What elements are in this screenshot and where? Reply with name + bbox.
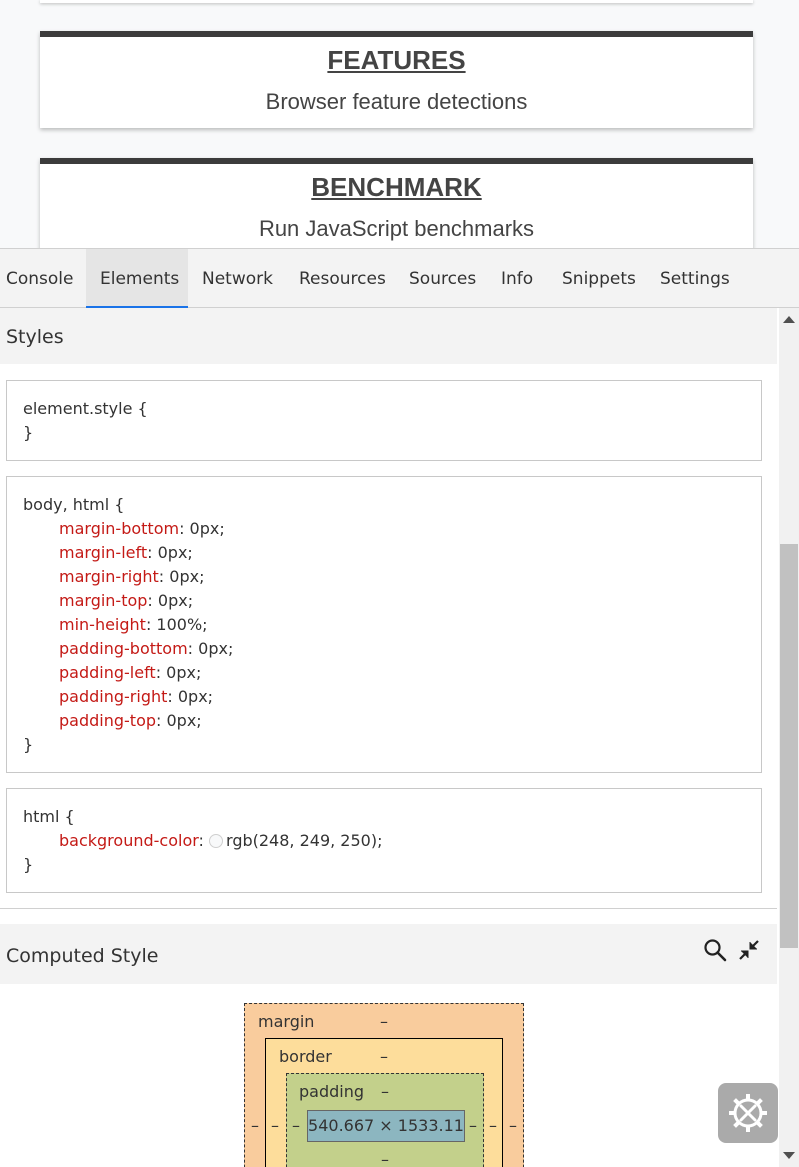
tab-sources[interactable]: Sources: [403, 249, 482, 308]
property-name[interactable]: padding-bottom: [59, 639, 188, 658]
css-property[interactable]: margin-top: 0px;: [23, 589, 745, 613]
css-property[interactable]: min-height: 100%;: [23, 613, 745, 637]
property-name[interactable]: margin-right: [59, 567, 159, 586]
css-property[interactable]: padding-top: 0px;: [23, 709, 745, 733]
features-card[interactable]: FEATURES Browser feature detections: [40, 31, 753, 128]
rule-close: }: [23, 855, 34, 874]
property-name[interactable]: min-height: [59, 615, 146, 634]
scroll-up-arrow-icon[interactable]: [783, 316, 795, 323]
property-value[interactable]: 0px;: [153, 543, 193, 562]
tab-elements[interactable]: Elements: [86, 249, 188, 308]
rule-selector: element.style {: [23, 399, 148, 418]
property-value[interactable]: 0px;: [153, 591, 193, 610]
elements-panel-scroll[interactable]: Styles element.style { } body, html { ma…: [0, 308, 779, 1167]
property-name[interactable]: padding-left: [59, 663, 156, 682]
box-model-content-size[interactable]: 540.667 × 1533.11: [307, 1110, 465, 1142]
wrench-screwdriver-gear-icon: [729, 1094, 767, 1132]
section-divider: [0, 908, 777, 909]
tab-console[interactable]: Console: [0, 249, 80, 308]
search-icon[interactable]: [703, 938, 727, 962]
scrollbar-thumb[interactable]: [780, 544, 798, 948]
css-property[interactable]: padding-bottom: 0px;: [23, 637, 745, 661]
computed-style-header: Computed Style: [0, 924, 777, 984]
box-model-margin[interactable]: margin – – – border – – – padding – – – …: [244, 1003, 524, 1167]
previous-card-bottom: [40, 0, 753, 3]
color-swatch[interactable]: [209, 834, 224, 848]
property-value[interactable]: 0px;: [164, 567, 204, 586]
property-name[interactable]: margin-left: [59, 543, 147, 562]
css-rule-html[interactable]: html { background-color: rgb(248, 249, 2…: [6, 788, 762, 893]
rule-close: }: [23, 735, 34, 754]
benchmark-card[interactable]: BENCHMARK Run JavaScript benchmarks: [40, 158, 753, 248]
css-property[interactable]: margin-bottom: 0px;: [23, 517, 745, 541]
property-name[interactable]: background-color: [59, 831, 199, 850]
property-value[interactable]: 100%;: [151, 615, 207, 634]
tab-info[interactable]: Info: [495, 249, 539, 308]
property-name[interactable]: margin-bottom: [59, 519, 179, 538]
computed-style-tools: [703, 938, 761, 962]
css-property[interactable]: background-color: rgb(248, 249, 250);: [23, 829, 745, 853]
scroll-down-arrow-icon[interactable]: [783, 1152, 795, 1159]
margin-left-value[interactable]: –: [251, 1116, 259, 1135]
css-property[interactable]: margin-left: 0px;: [23, 541, 745, 565]
styles-header: Styles: [0, 308, 777, 364]
vertical-scrollbar[interactable]: [779, 308, 799, 1167]
css-rule-element-style[interactable]: element.style { }: [6, 380, 762, 461]
css-property[interactable]: margin-right: 0px;: [23, 565, 745, 589]
card-title[interactable]: BENCHMARK: [40, 172, 753, 202]
border-left-value[interactable]: –: [271, 1116, 279, 1135]
css-rule-body-html[interactable]: body, html { margin-bottom: 0px; margin-…: [6, 476, 762, 773]
property-value[interactable]: rgb(248, 249, 250);: [226, 831, 382, 850]
margin-top-value[interactable]: –: [380, 1012, 388, 1031]
border-label: border: [279, 1047, 332, 1066]
padding-bottom-value[interactable]: –: [381, 1150, 389, 1167]
property-value[interactable]: 0px;: [161, 711, 201, 730]
collapse-icon[interactable]: [737, 938, 761, 962]
rule-close: }: [23, 423, 34, 442]
card-description: Run JavaScript benchmarks: [258, 216, 535, 241]
padding-top-value[interactable]: –: [381, 1082, 389, 1101]
property-value[interactable]: 0px;: [173, 687, 213, 706]
tab-snippets[interactable]: Snippets: [556, 249, 642, 308]
computed-style-title: Computed Style: [6, 945, 159, 967]
property-name[interactable]: padding-right: [59, 687, 167, 706]
tools-settings-button[interactable]: [718, 1083, 778, 1143]
box-model-border[interactable]: border – – – padding – – – – 540.667 × 1…: [265, 1038, 503, 1167]
property-value[interactable]: 0px;: [193, 639, 233, 658]
css-property[interactable]: padding-right: 0px;: [23, 685, 745, 709]
property-name[interactable]: padding-top: [59, 711, 156, 730]
tab-resources[interactable]: Resources: [293, 249, 392, 308]
rule-selector: html {: [23, 807, 75, 826]
box-model-padding[interactable]: padding – – – – 540.667 × 1533.11: [286, 1073, 484, 1167]
padding-left-value[interactable]: –: [292, 1116, 300, 1135]
tab-network[interactable]: Network: [196, 249, 279, 308]
border-right-value[interactable]: –: [489, 1116, 497, 1135]
card-title[interactable]: FEATURES: [40, 45, 753, 75]
padding-label: padding: [299, 1082, 365, 1101]
property-value[interactable]: 0px;: [184, 519, 225, 538]
tab-settings[interactable]: Settings: [654, 249, 736, 308]
margin-right-value[interactable]: –: [509, 1116, 517, 1135]
page-viewport: FEATURES Browser feature detections BENC…: [0, 0, 799, 248]
card-description: Browser feature detections: [265, 89, 528, 114]
border-top-value[interactable]: –: [380, 1047, 388, 1066]
devtools-panel: Console Elements Network Resources Sourc…: [0, 248, 799, 1167]
css-property[interactable]: padding-left: 0px;: [23, 661, 745, 685]
devtools-tabbar: Console Elements Network Resources Sourc…: [0, 248, 799, 308]
margin-label: margin: [258, 1012, 315, 1031]
padding-right-value[interactable]: –: [469, 1116, 477, 1135]
property-name[interactable]: margin-top: [59, 591, 147, 610]
rule-selector: body, html {: [23, 495, 125, 514]
property-value[interactable]: 0px;: [161, 663, 201, 682]
